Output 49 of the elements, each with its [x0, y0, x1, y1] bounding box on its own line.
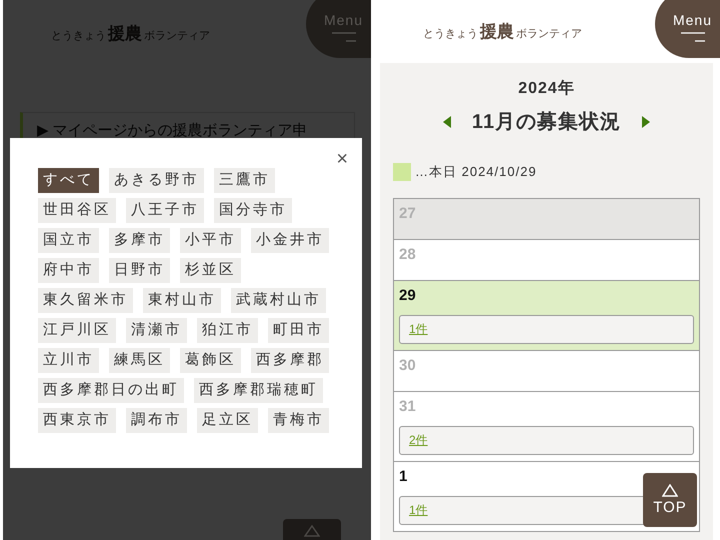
area-tag[interactable]: 西東京市: [38, 408, 116, 433]
area-tag[interactable]: 西多摩郡瑞穂町: [194, 378, 323, 403]
area-tag[interactable]: 日野市: [109, 258, 170, 283]
area-tag[interactable]: 練馬区: [109, 348, 170, 373]
area-tag[interactable]: 府中市: [38, 258, 99, 283]
menu-icon: [678, 30, 706, 42]
area-tag[interactable]: 調布市: [126, 408, 187, 433]
next-month-button[interactable]: [641, 115, 652, 129]
area-tag[interactable]: 三鷹市: [214, 168, 275, 193]
month-title: 11月の募集状況: [472, 110, 622, 135]
area-tag[interactable]: 清瀬市: [126, 318, 187, 343]
area-tag[interactable]: 立川市: [38, 348, 99, 373]
area-tag[interactable]: 東久留米市: [38, 288, 133, 313]
area-tag[interactable]: 八王子市: [126, 198, 204, 223]
area-tag[interactable]: 町田市: [268, 318, 329, 343]
area-tag[interactable]: 葛飾区: [180, 348, 241, 373]
area-tag[interactable]: 狛江市: [197, 318, 258, 343]
area-tag[interactable]: 小平市: [180, 228, 241, 253]
area-tag[interactable]: 西多摩郡: [251, 348, 329, 373]
close-button[interactable]: ×: [336, 148, 348, 170]
area-tag[interactable]: 西多摩郡日の出町: [38, 378, 184, 403]
area-tag[interactable]: 杉並区: [180, 258, 241, 283]
menu-icon: [330, 30, 358, 42]
year-label: 2024年: [517, 79, 576, 99]
site-logo[interactable]: とうきょう 援農 ボランティア: [423, 22, 582, 42]
area-tag[interactable]: 足立区: [197, 408, 258, 433]
area-tag[interactable]: あきる野市: [109, 168, 204, 193]
triangle-icon: [304, 525, 320, 537]
area-tag[interactable]: 青梅市: [268, 408, 329, 433]
day-number: 31: [399, 398, 417, 416]
back-to-top-overlay[interactable]: TOP: [643, 473, 697, 527]
area-tag[interactable]: 国立市: [38, 228, 99, 253]
area-tag[interactable]: 多摩市: [109, 228, 170, 253]
area-tag[interactable]: 小金井市: [251, 228, 329, 253]
today-swatch: [393, 162, 411, 181]
previous-month-button[interactable]: [442, 115, 452, 129]
area-tag[interactable]: 江戸川区: [38, 318, 116, 343]
area-tag[interactable]: 世田谷区: [38, 198, 116, 223]
triangle-icon: [662, 484, 678, 497]
day-number: 30: [399, 356, 417, 374]
legend-text: …本日 2024/10/29: [415, 163, 537, 181]
area-tag[interactable]: 東村山市: [143, 288, 221, 313]
area-tag[interactable]: 国分寺市: [214, 198, 292, 223]
day-number: 29: [399, 286, 417, 304]
area-tag[interactable]: すべて: [38, 168, 99, 193]
menu-button[interactable]: Menu: [655, 0, 720, 58]
day-number: 28: [399, 246, 417, 264]
area-tag[interactable]: 武蔵村山市: [231, 288, 326, 313]
day-number: 1: [399, 468, 408, 486]
